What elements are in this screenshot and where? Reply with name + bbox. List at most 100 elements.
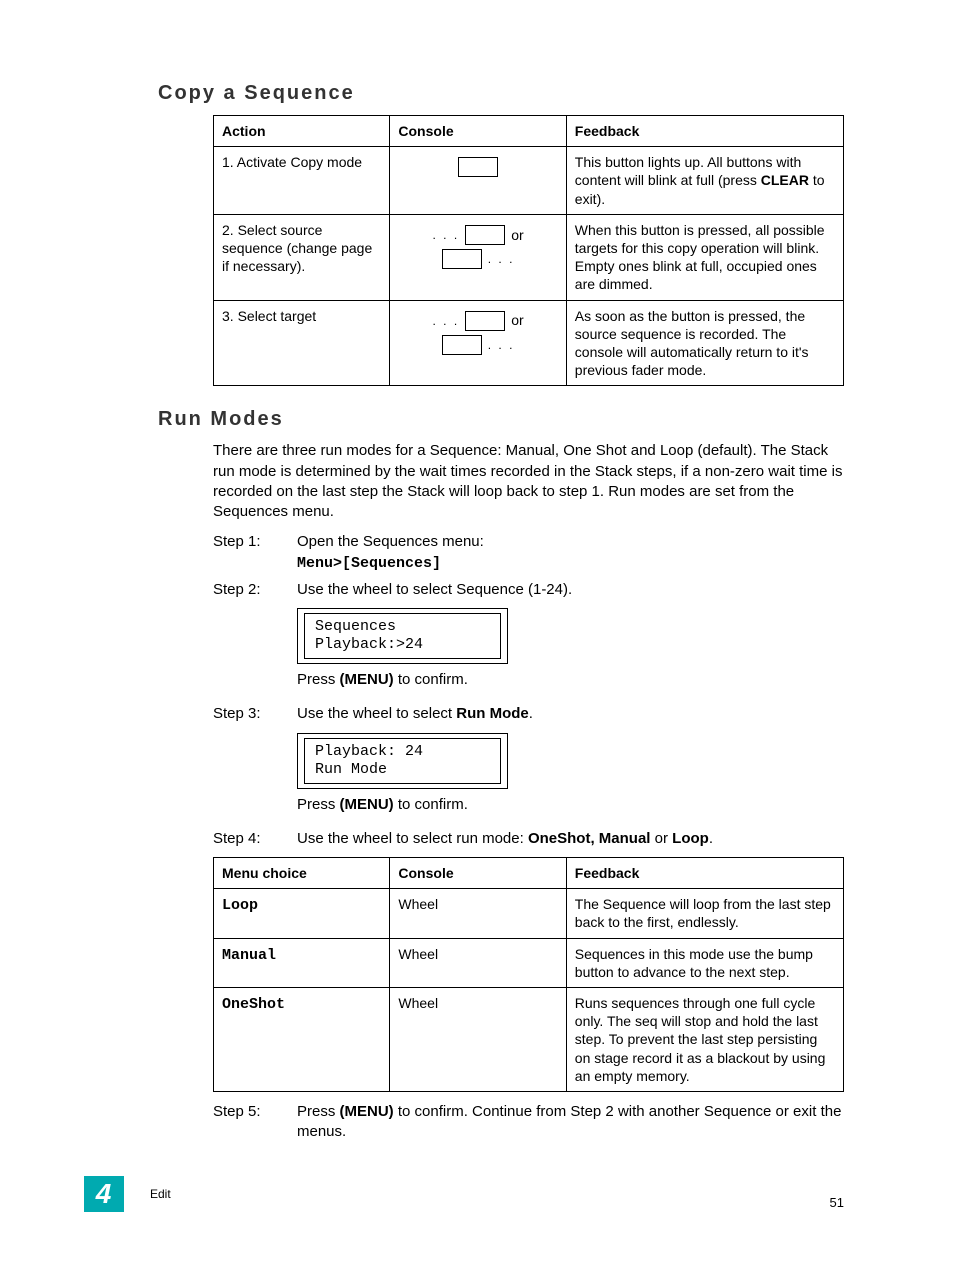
- manual-page: Copy a Sequence Action Console Feedback …: [0, 0, 954, 1272]
- ellipsis-icon: . . .: [433, 315, 460, 327]
- step-label: Step 3:: [213, 704, 297, 823]
- step-text: Use the wheel to select Sequence (1-24).: [297, 581, 572, 598]
- menu-path: Menu>[Sequences]: [297, 555, 441, 572]
- step-4: Step 4: Use the wheel to select run mode…: [213, 829, 844, 849]
- step-text: Use the wheel to select: [297, 705, 456, 722]
- ellipsis-icon: . . .: [488, 339, 515, 351]
- cell-action: 2. Select source sequence (change page i…: [214, 214, 390, 300]
- console-button-row: . . .: [398, 249, 557, 269]
- cell-menu-choice: Loop: [214, 889, 390, 938]
- step-label: Step 5:: [213, 1102, 297, 1143]
- menu-choice-value: OneShot: [222, 996, 285, 1013]
- step-text: Open the Sequences menu:: [297, 533, 484, 550]
- step-text: .: [529, 705, 533, 722]
- page-footer: 4 Edit 51: [0, 1176, 954, 1212]
- lcd-display: Playback: 24 Run Mode: [297, 733, 844, 789]
- cell-menu-choice: Manual: [214, 938, 390, 987]
- console-button-row: . . . or: [398, 225, 557, 245]
- table-row: 1. Activate Copy mode This button lights…: [214, 147, 844, 215]
- cell-console: Wheel: [390, 938, 566, 987]
- run-mode-menu-table: Menu choice Console Feedback Loop Wheel …: [213, 857, 844, 1092]
- th-console: Console: [390, 116, 566, 147]
- console-button-row: . . . or: [398, 311, 557, 331]
- page-number: 51: [830, 1195, 844, 1210]
- ellipsis-icon: . . .: [433, 229, 460, 241]
- th-console: Console: [390, 858, 566, 889]
- run-modes-intro: There are three run modes for a Sequence…: [213, 441, 844, 522]
- step-label: Step 1:: [213, 532, 297, 574]
- step-text: or: [650, 830, 672, 847]
- chapter-number-chip: 4: [84, 1176, 124, 1212]
- heading-run-modes: Run Modes: [158, 408, 844, 431]
- cell-feedback: When this button is pressed, all possibl…: [566, 214, 843, 300]
- th-action: Action: [214, 116, 390, 147]
- cell-feedback: Sequences in this mode use the bump butt…: [566, 938, 843, 987]
- console-button-icon: [442, 335, 482, 355]
- step-label: Step 2:: [213, 580, 297, 699]
- cell-console: . . . or . . .: [390, 214, 566, 300]
- step-bold: Loop: [672, 830, 709, 847]
- table-row: OneShot Wheel Runs sequences through one…: [214, 987, 844, 1091]
- cell-feedback: As soon as the button is pressed, the so…: [566, 300, 843, 386]
- step-label: Step 4:: [213, 829, 297, 849]
- ellipsis-icon: . . .: [488, 253, 515, 265]
- step-3: Step 3: Use the wheel to select Run Mode…: [213, 704, 844, 823]
- table-header-row: Menu choice Console Feedback: [214, 858, 844, 889]
- step-text: Press: [297, 1103, 340, 1120]
- cell-feedback: The Sequence will loop from the last ste…: [566, 889, 843, 938]
- cell-feedback: Runs sequences through one full cycle on…: [566, 987, 843, 1091]
- press-bold: (MENU): [340, 671, 394, 688]
- table-row: Manual Wheel Sequences in this mode use …: [214, 938, 844, 987]
- press-pre: Press: [297, 796, 340, 813]
- menu-choice-value: Loop: [222, 897, 258, 914]
- heading-copy-a-sequence: Copy a Sequence: [158, 82, 844, 105]
- step-body: Open the Sequences menu: Menu>[Sequences…: [297, 532, 844, 574]
- lcd-text: Sequences Playback:>24: [304, 613, 501, 659]
- console-button-row: [398, 157, 557, 177]
- step-bold: (MENU): [340, 1103, 394, 1120]
- press-confirm: Press (MENU) to confirm.: [297, 670, 844, 690]
- console-button-row: . . .: [398, 335, 557, 355]
- lcd-text: Playback: 24 Run Mode: [304, 738, 501, 784]
- press-bold: (MENU): [340, 796, 394, 813]
- or-label: or: [511, 311, 523, 329]
- step-body: Use the wheel to select run mode: OneSho…: [297, 829, 844, 849]
- console-button-icon: [458, 157, 498, 177]
- run-modes-section: There are three run modes for a Sequence…: [213, 441, 844, 1142]
- lcd-display: Sequences Playback:>24: [297, 608, 844, 664]
- cell-console: . . . or . . .: [390, 300, 566, 386]
- table-row: Loop Wheel The Sequence will loop from t…: [214, 889, 844, 938]
- step-bold: Run Mode: [456, 705, 529, 722]
- press-post: to confirm.: [394, 796, 468, 813]
- cell-console: Wheel: [390, 889, 566, 938]
- th-feedback: Feedback: [566, 858, 843, 889]
- chapter-label: Edit: [150, 1187, 171, 1201]
- press-confirm: Press (MENU) to confirm.: [297, 795, 844, 815]
- step-bold: OneShot, Manual: [528, 830, 651, 847]
- console-button-icon: [465, 311, 505, 331]
- cell-menu-choice: OneShot: [214, 987, 390, 1091]
- table-row: 3. Select target . . . or . . . As soon …: [214, 300, 844, 386]
- feedback-bold: CLEAR: [761, 172, 809, 188]
- th-feedback: Feedback: [566, 116, 843, 147]
- cell-action: 3. Select target: [214, 300, 390, 386]
- step-text: Use the wheel to select run mode:: [297, 830, 528, 847]
- cell-action: 1. Activate Copy mode: [214, 147, 390, 215]
- press-pre: Press: [297, 671, 340, 688]
- cell-feedback: This button lights up. All buttons with …: [566, 147, 843, 215]
- cell-console: Wheel: [390, 987, 566, 1091]
- step-body: Use the wheel to select Sequence (1-24).…: [297, 580, 844, 699]
- step-1: Step 1: Open the Sequences menu: Menu>[S…: [213, 532, 844, 574]
- console-button-icon: [465, 225, 505, 245]
- copy-sequence-section: Action Console Feedback 1. Activate Copy…: [213, 115, 844, 386]
- step-2: Step 2: Use the wheel to select Sequence…: [213, 580, 844, 699]
- table-row: 2. Select source sequence (change page i…: [214, 214, 844, 300]
- press-post: to confirm.: [394, 671, 468, 688]
- console-button-icon: [442, 249, 482, 269]
- or-label: or: [511, 226, 523, 244]
- step-text: .: [709, 830, 713, 847]
- cell-console: [390, 147, 566, 215]
- th-menu-choice: Menu choice: [214, 858, 390, 889]
- step-body: Press (MENU) to confirm. Continue from S…: [297, 1102, 844, 1143]
- menu-choice-value: Manual: [222, 947, 276, 964]
